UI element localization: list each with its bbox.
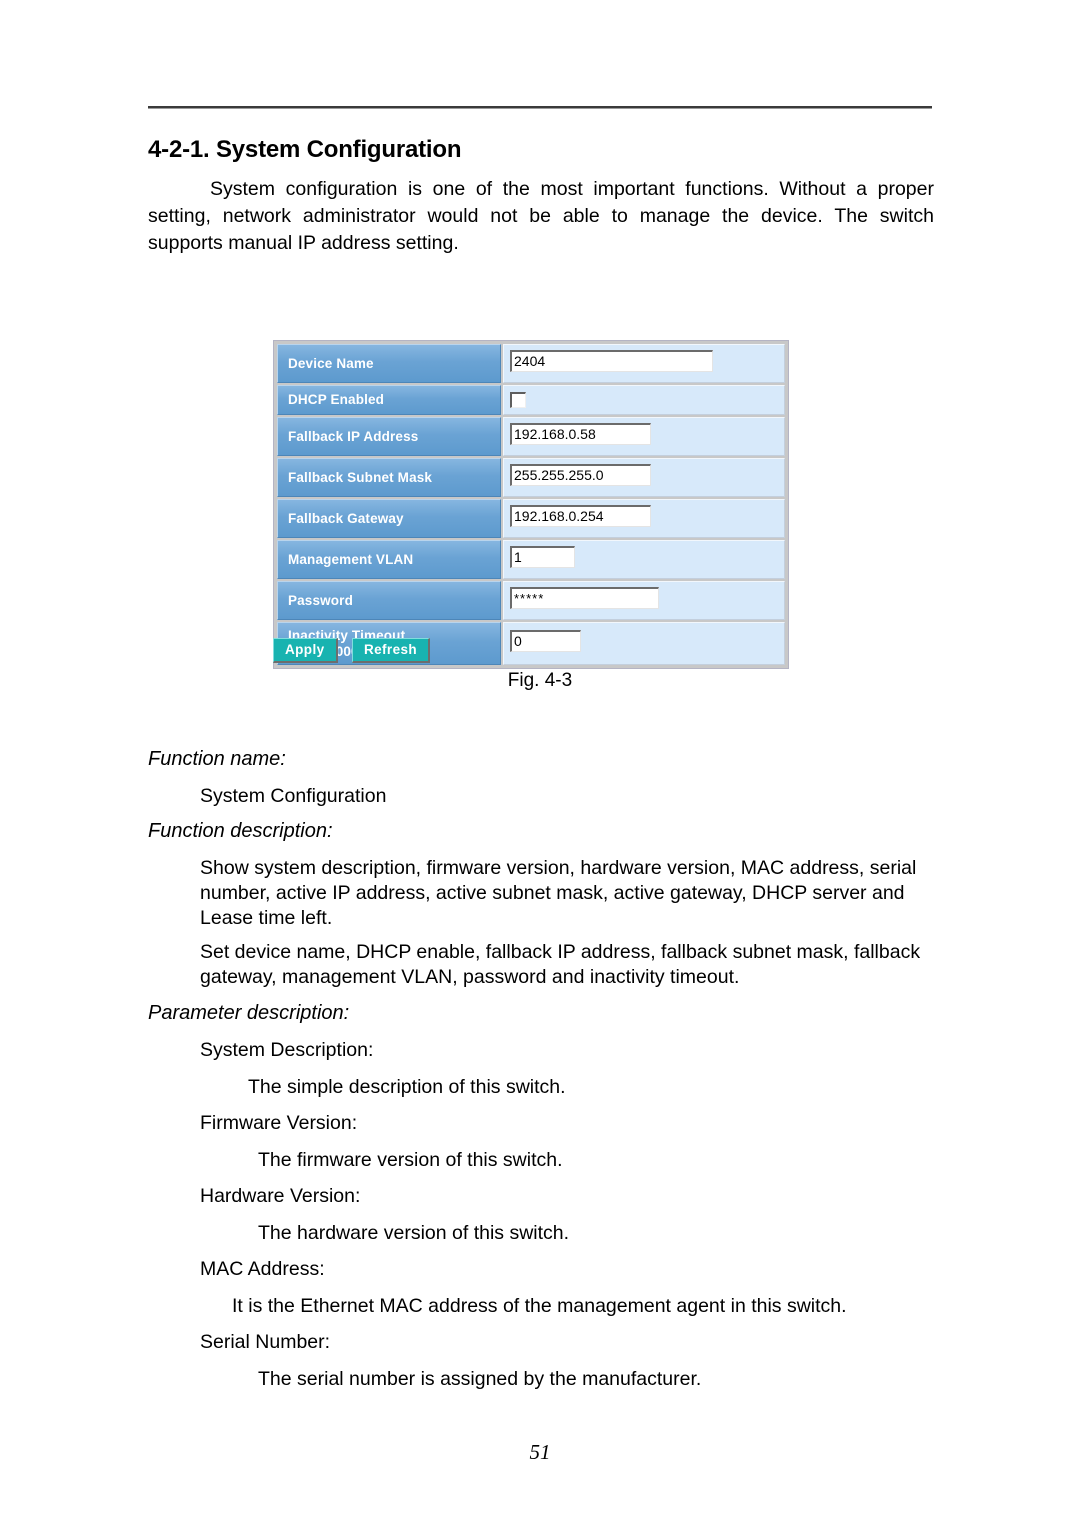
config-row-value-cell: 192.168.0.58	[503, 417, 785, 456]
function-name-label: Function name:	[148, 748, 286, 770]
config-row-value-cell: 255.255.255.0	[503, 458, 785, 497]
config-row-label: Fallback Subnet Mask	[277, 458, 501, 497]
config-row-value-cell: 192.168.0.254	[503, 499, 785, 538]
function-name-value: System Configuration	[200, 785, 387, 807]
document-page: 4-2-1. System Configuration System confi…	[0, 0, 1080, 1526]
text-input[interactable]: 192.168.0.254	[510, 505, 651, 527]
apply-button[interactable]: Apply	[273, 638, 338, 663]
page-number: 51	[529, 1440, 551, 1464]
parameter-definition: The hardware version of this switch.	[258, 1222, 570, 1244]
config-row-value-cell	[503, 385, 785, 415]
function-description-label: Function description:	[148, 820, 333, 842]
parameter-definition: The simple description of this switch.	[248, 1076, 566, 1098]
dhcp-enabled-checkbox[interactable]	[510, 391, 526, 408]
parameter-term: Hardware Version:	[200, 1185, 361, 1207]
figure-caption: Fig. 4-3	[507, 670, 573, 691]
config-row: Device Name 2404	[277, 344, 785, 383]
config-row-label: Device Name	[277, 344, 501, 383]
config-row-value-cell: *****	[503, 581, 785, 620]
refresh-button[interactable]: Refresh	[351, 638, 431, 663]
config-row-value-cell: 1	[503, 540, 785, 579]
parameter-term: Firmware Version:	[200, 1112, 358, 1134]
config-row: Fallback IP Address 192.168.0.58	[277, 417, 785, 456]
header-rule	[148, 106, 932, 109]
text-input[interactable]: 192.168.0.58	[510, 423, 651, 445]
config-row-label: Management VLAN	[277, 540, 501, 579]
parameter-definition: The serial number is assigned by the man…	[258, 1368, 702, 1390]
config-row: DHCP Enabled	[277, 385, 785, 415]
parameter-term: Serial Number:	[200, 1331, 331, 1353]
config-row-value-cell: 0	[503, 622, 785, 665]
parameter-description-label: Parameter description:	[148, 1002, 350, 1024]
config-row: Management VLAN 1	[277, 540, 785, 579]
function-description-paragraph-1: Show system description, firmware versio…	[200, 857, 917, 929]
form-button-row: Apply Refresh	[273, 638, 440, 663]
text-input[interactable]: 255.255.255.0	[510, 464, 651, 486]
text-input[interactable]: 0	[510, 630, 581, 652]
text-input[interactable]: 2404	[510, 350, 713, 372]
password-input[interactable]: *****	[510, 587, 659, 609]
text-input[interactable]: 1	[510, 546, 575, 568]
parameter-definition: It is the Ethernet MAC address of the ma…	[232, 1295, 847, 1317]
config-table: Device Name 2404 DHCP Enabled Fallback IP A…	[275, 342, 787, 667]
config-row: Password *****	[277, 581, 785, 620]
config-row-label: Fallback IP Address	[277, 417, 501, 456]
system-configuration-form: Device Name 2404 DHCP Enabled Fallback IP A…	[273, 340, 789, 669]
parameter-term: System Description:	[200, 1039, 374, 1061]
parameter-definition: The firmware version of this switch.	[258, 1149, 563, 1171]
config-row-value-cell: 2404	[503, 344, 785, 383]
intro-paragraph: System configuration is one of the most …	[148, 178, 934, 254]
page-title: 4-2-1. System Configuration	[148, 136, 462, 163]
config-row-label: Password	[277, 581, 501, 620]
system-configuration-screenshot: Device Name 2404 DHCP Enabled Fallback IP A…	[270, 336, 830, 669]
config-row-label: DHCP Enabled	[277, 385, 501, 415]
config-row: Fallback Gateway 192.168.0.254	[277, 499, 785, 538]
function-description-paragraph-2: Set device name, DHCP enable, fallback I…	[200, 941, 921, 988]
config-row: Fallback Subnet Mask 255.255.255.0	[277, 458, 785, 497]
config-row-label: Fallback Gateway	[277, 499, 501, 538]
parameter-term: MAC Address:	[200, 1258, 325, 1280]
